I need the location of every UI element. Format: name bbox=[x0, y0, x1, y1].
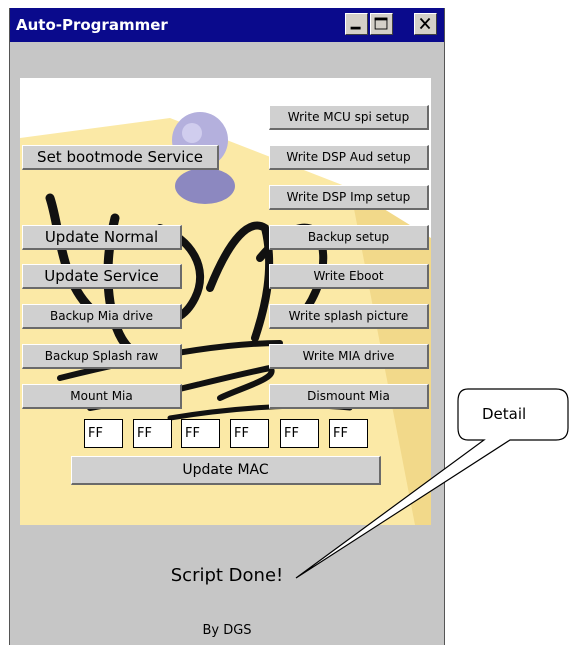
callout-bubble bbox=[295, 388, 569, 579]
callout-label: Detail bbox=[482, 405, 527, 423]
callout-overlay bbox=[295, 388, 569, 579]
